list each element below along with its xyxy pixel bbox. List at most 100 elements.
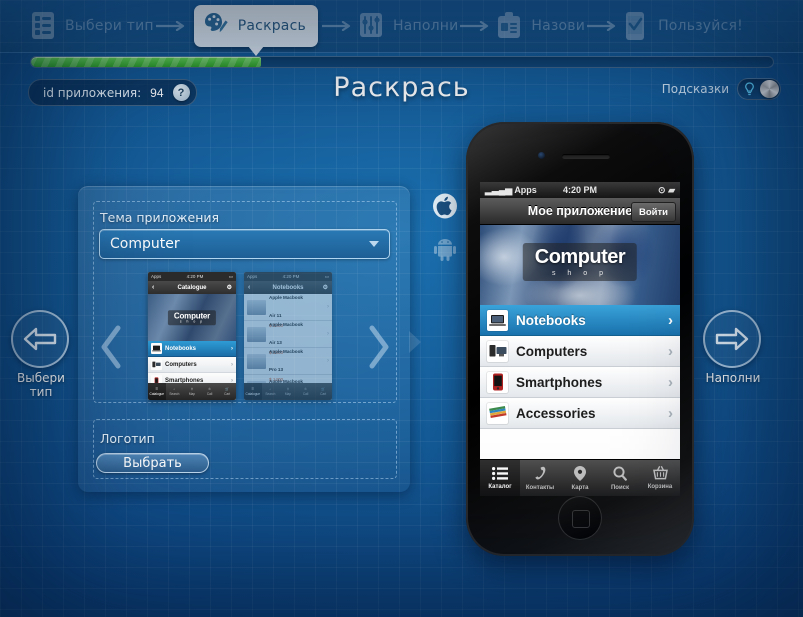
nav-prev-label-line2: тип <box>29 384 53 399</box>
thumb-logo-sub: s h o p <box>179 318 205 323</box>
platform-switcher <box>432 192 458 266</box>
thumb-tab[interactable]: ✆ Call <box>297 383 315 400</box>
gear-icon: ⚙ <box>226 285 232 291</box>
wizard-step-fill[interactable]: Наполни <box>358 11 458 41</box>
tab-cart[interactable]: Корзина <box>640 460 680 496</box>
chevron-left-icon[interactable] <box>100 325 122 369</box>
theme-select[interactable]: Computer <box>99 229 390 259</box>
wizard-step-label: Выбери тип <box>65 18 154 34</box>
thumb-time: 4:20 PM <box>186 274 204 279</box>
thumb-row-label: Notebooks <box>165 345 197 352</box>
theme-thumbnail-notebooks[interactable]: Apps 4:20 PM ▭ ‹ Notebooks ⚙ Apple Macbo… <box>244 272 332 400</box>
thumb-row[interactable]: Computers › <box>148 357 236 373</box>
smartphone-icon <box>487 371 508 393</box>
tab-contacts[interactable]: Контакты <box>520 460 560 496</box>
palette-brush-icon <box>203 11 231 41</box>
step-arrow-icon <box>154 19 192 33</box>
arrow-right-icon[interactable] <box>703 310 761 368</box>
theme-select-value: Computer <box>110 236 180 252</box>
notebook-icon <box>151 343 162 354</box>
thumb-tab[interactable]: ⚲ Map <box>279 383 297 400</box>
status-time: 4:20 PM <box>562 185 597 195</box>
hero-logo-sub: s h o p <box>551 269 609 277</box>
thumb-battery-icon: ▭ <box>324 273 329 279</box>
step-arrow-icon <box>585 19 623 33</box>
thumb-row[interactable]: Notebooks › <box>148 341 236 357</box>
menu-row-smartphones[interactable]: Smartphones › <box>480 367 680 398</box>
home-button[interactable] <box>558 496 602 540</box>
thumb-tab-label: Call <box>302 392 309 396</box>
chevron-right-icon[interactable] <box>368 325 390 369</box>
hero-logo-main: Computer <box>534 245 626 268</box>
chevron-right-icon: › <box>327 358 329 364</box>
back-icon: ‹ <box>152 284 155 291</box>
nav-prev[interactable]: Выбери тип <box>11 310 71 400</box>
tab-label: Корзина <box>647 484 673 490</box>
menu-row-label: Accessories <box>516 405 596 421</box>
wizard-step-use[interactable]: Пользуйся! <box>623 11 743 41</box>
menu-row-label: Smartphones <box>516 374 603 390</box>
nav-next[interactable]: Наполни <box>703 310 763 386</box>
thumb-tab-label: Catalogue <box>149 392 165 396</box>
step-arrow-icon <box>320 19 358 33</box>
tab-search[interactable]: Поиск <box>600 460 640 496</box>
thumb-tab[interactable]: ✆ Call <box>201 383 219 400</box>
menu-row-notebooks[interactable]: Notebooks › <box>480 305 680 336</box>
thumb-navbar: ‹ Notebooks ⚙ <box>244 281 332 294</box>
thumb-tab[interactable]: ⌕ Search <box>166 383 184 400</box>
chevron-right-icon: › <box>668 404 673 422</box>
wizard-step-colorize[interactable]: Раскрась <box>192 5 320 56</box>
thumb-tab-label: Search <box>265 392 276 396</box>
tab-map[interactable]: Карта <box>560 460 600 496</box>
android-icon[interactable] <box>434 237 456 266</box>
thumb-tab-label: Map <box>188 392 196 396</box>
progress-bar <box>30 56 774 68</box>
apple-icon[interactable] <box>432 192 458 225</box>
product-name: Apple Macbook <box>269 322 303 327</box>
phone-check-icon <box>623 11 651 41</box>
thumb-navbar: ‹ Catalogue ⚙ <box>148 281 236 294</box>
thumb-tab[interactable]: 🛒 Cart <box>218 383 236 400</box>
page-title: Раскрась <box>333 72 470 103</box>
choose-logo-button-label: Выбрать <box>123 455 182 471</box>
desktop-icon <box>487 340 508 362</box>
thumb-tab[interactable]: ⌕ Search <box>262 383 280 400</box>
choose-logo-button[interactable]: Выбрать <box>96 453 209 473</box>
thumb-tab-label: Call <box>206 392 213 396</box>
thumb-tab-label: Map <box>284 392 292 396</box>
thumb-tab[interactable]: ☰ Catalogue <box>148 383 166 400</box>
speaker-grille <box>562 154 610 159</box>
tab-label: Поиск <box>610 484 629 491</box>
map-pin-icon: ⚲ <box>286 387 290 391</box>
app-navbar: Мое приложение Войти <box>480 198 680 225</box>
wizard-step-active-bubble[interactable]: Раскрась <box>193 5 318 56</box>
tab-catalog[interactable]: Каталог <box>480 460 520 496</box>
wizard-step-choose-type[interactable]: Выбери тип <box>30 11 154 41</box>
login-button[interactable]: Войти <box>631 202 676 222</box>
thumb-tab-label: Search <box>169 392 180 396</box>
menu-row-accessories[interactable]: Accessories › <box>480 398 680 429</box>
step-arrow-icon <box>458 19 496 33</box>
thumb-carrier: Apps <box>151 274 162 279</box>
chevron-right-icon: › <box>327 331 329 337</box>
arrow-left-icon[interactable] <box>11 310 69 368</box>
thumb-tab-bar: ☰ Catalogue ⌕ Search ⚲ Map ✆ Call 🛒 Cart <box>148 383 236 400</box>
phone-icon <box>533 466 547 483</box>
thumb-tab[interactable]: ⚲ Map <box>183 383 201 400</box>
thumb-tab[interactable]: ☰ Catalogue <box>244 383 262 400</box>
phone-icon: ✆ <box>304 387 307 391</box>
thumb-status-bar: Apps 4:20 PM ▭ <box>244 272 332 281</box>
theme-thumbnail-catalogue[interactable]: Apps 4:20 PM ▭ ‹ Catalogue ⚙ Computer s … <box>148 272 236 400</box>
menu-row-computers[interactable]: Computers › <box>480 336 680 367</box>
product-name: Apple Macbook <box>269 349 303 354</box>
product-thumb-icon <box>247 353 266 369</box>
product-thumb-icon <box>247 326 266 342</box>
phone-icon: ✆ <box>208 387 211 391</box>
login-button-label: Войти <box>639 206 668 218</box>
thumb-battery-icon: ▭ <box>228 273 233 279</box>
thumb-tab[interactable]: 🛒 Cart <box>314 383 332 400</box>
wizard-step-name[interactable]: Назови <box>496 11 585 41</box>
wizard-step-label: Раскрась <box>237 18 306 34</box>
phone-mockup: ▂▃▄▅ Apps 4:20 PM ⊙ ▰ Мое приложение Вой… <box>466 122 694 556</box>
theme-label: Тема приложения <box>100 210 220 225</box>
